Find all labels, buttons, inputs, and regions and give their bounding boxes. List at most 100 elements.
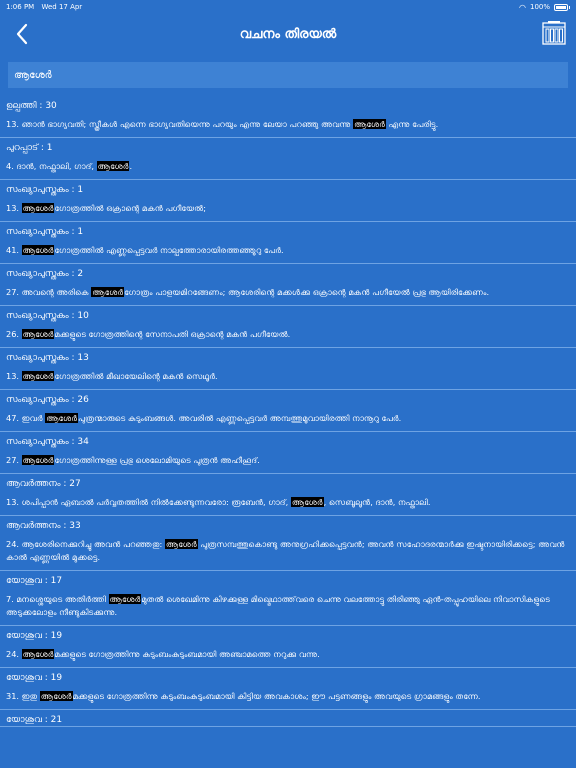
search-query: ആശേർ (14, 69, 52, 81)
result-item[interactable]: ഉല്പത്തി : 30 13. ഞാൻ ഭാഗ്യവതി; സ്ത്രീകൾ … (0, 96, 576, 138)
result-item[interactable]: യോശുവ : 21 (0, 710, 576, 727)
search-match-highlight: ആശേർ (91, 287, 125, 297)
result-verse-text: 27. ആശേർഗോത്രത്തിന്നുള്ള പ്രഭു ശെലോമിയുട… (6, 448, 570, 473)
result-reference: യോശുവ : 21 (6, 715, 63, 725)
verse-text-after: ഗോത്രത്തിൽ ഒക്രാന്റെ മകൻ പഗീയേൽ; (54, 203, 207, 213)
result-verse-text: 24. ആശേരിനെക്കുറിച്ചു അവൻ പറഞ്ഞതു: ആശേർ … (6, 532, 570, 570)
verse-text-after: , സെബൂലൂൻ, ദാൻ, നഫ്താലി. (323, 497, 431, 507)
verse-text-after: ഗോത്രത്തിൽ മീഖായേലിന്റെ മകൻ സെഥൂർ. (54, 371, 218, 381)
search-match-highlight: ആശേർ (21, 203, 55, 213)
result-item[interactable]: ആവർത്തനം : 33 24. ആശേരിനെക്കുറിച്ചു അവൻ പ… (0, 516, 576, 571)
page-title: വചനം തിരയൽ (239, 26, 337, 42)
result-reference: സംഖ്യാപുസ്തകം : 13 (6, 353, 89, 363)
verse-text-before: 41. (6, 245, 22, 255)
result-verse-text: 13. ശപിപ്പാൻ ഏബാൽ പർവ്വതത്തിൽ നിൽക്കേണ്ട… (6, 490, 570, 515)
result-item[interactable]: സംഖ്യാപുസ്തകം : 2 27. അവന്റെ അരികെ ആശേർഗോ… (0, 264, 576, 306)
verse-text-before: 27. അവന്റെ അരികെ (6, 287, 92, 297)
result-reference: ഉല്പത്തി : 30 (6, 101, 57, 111)
search-match-highlight: ആശേർ (108, 594, 142, 604)
verse-text-before: 31. ഇതു (6, 691, 40, 701)
result-verse-text: 7. മനശ്ശെയുടെ അതിർത്തി ആശേർമുതൽ ശെഖേമിന്… (6, 587, 570, 625)
verse-text-before: 26. (6, 329, 22, 339)
search-match-highlight: ആശേർ (353, 119, 386, 129)
chevron-left-icon (16, 23, 28, 45)
verse-text-before: 13. ഞാൻ ഭാഗ്യവതി; സ്ത്രീകൾ എന്നെ ഭാഗ്യവത… (6, 119, 354, 129)
verse-text-after: എന്നു പേരിട്ടു. (385, 119, 439, 129)
result-reference: സംഖ്യാപുസ്തകം : 26 (6, 395, 89, 405)
result-item[interactable]: യോശുവ : 19 24. ആശേർമക്കളുടെ ഗോത്രത്തിന്നു… (0, 626, 576, 668)
result-item[interactable]: യോശുവ : 19 31. ഇതു ആശേർമക്കളുടെ ഗോത്രത്തി… (0, 668, 576, 710)
result-reference: സംഖ്യാപുസ്തകം : 1 (6, 227, 84, 237)
search-match-highlight: ആശേർ (21, 245, 55, 255)
result-verse-text: 4. ദാൻ, നഫ്താലി, ഗാദ്, ആശേർ. (6, 154, 570, 179)
result-item[interactable]: സംഖ്യാപുസ്തകം : 13 13. ആശേർഗോത്രത്തിൽ മീഖ… (0, 348, 576, 390)
search-match-highlight: ആശേർ (96, 161, 130, 171)
verse-text-before: 7. മനശ്ശെയുടെ അതിർത്തി (6, 594, 109, 604)
status-date: Wed 17 Apr (41, 3, 83, 11)
search-match-highlight: ആശേർ (21, 649, 55, 659)
verse-text-after: . (129, 161, 133, 171)
result-verse-text: 26. ആശേർമക്കളുടെ ഗോത്രത്തിന്റെ സേനാപതി ഒ… (6, 322, 570, 347)
verse-text-before: 13. (6, 371, 22, 381)
verse-text-after: ഗോത്രത്തിൽ എണ്ണപ്പെട്ടവർ നാല്പത്തോരായിരത… (54, 245, 284, 255)
result-reference: സംഖ്യാപുസ്തകം : 2 (6, 269, 84, 279)
result-reference: ആവർത്തനം : 27 (6, 479, 81, 489)
search-match-highlight: ആശേർ (21, 455, 55, 465)
result-item[interactable]: സംഖ്യാപുസ്തകം : 1 41. ആശേർഗോത്രത്തിൽ എണ്ണ… (0, 222, 576, 264)
battery-cap (569, 5, 570, 9)
result-item[interactable]: പുറപ്പാട് : 1 4. ദാൻ, നഫ്താലി, ഗാദ്, ആശേർ… (0, 138, 576, 180)
search-match-highlight: ആശേർ (164, 539, 198, 549)
status-time: 1:06 PM (6, 3, 35, 11)
status-left: 1:06 PM Wed 17 Apr (6, 3, 87, 11)
verse-text-after: മക്കളുടെ ഗോത്രത്തിന്നു കുടുംബംകുടുംബമായി… (72, 691, 481, 701)
result-item[interactable]: യോശുവ : 17 7. മനശ്ശെയുടെ അതിർത്തി ആശേർമുത… (0, 571, 576, 626)
result-item[interactable]: സംഖ്യാപുസ്തകം : 10 26. ആശേർമക്കളുടെ ഗോത്ര… (0, 306, 576, 348)
battery-icon (554, 3, 568, 11)
wifi-icon: ◠ (519, 2, 526, 12)
verse-text-before: 24. (6, 649, 22, 659)
result-reference: സംഖ്യാപുസ്തകം : 10 (6, 311, 89, 321)
result-verse-text: 13. ആശേർഗോത്രത്തിൽ മീഖായേലിന്റെ മകൻ സെഥൂ… (6, 364, 570, 389)
verse-text-before: 47. ഇവർ (6, 413, 46, 423)
search-match-highlight: ആശേർ (45, 413, 79, 423)
result-item[interactable]: സംഖ്യാപുസ്തകം : 1 13. ആശേർഗോത്രത്തിൽ ഒക്ര… (0, 180, 576, 222)
verse-text-after: ഗോത്രത്തിന്നുള്ള പ്രഭു ശെലോമിയുടെ പുത്രൻ… (54, 455, 260, 465)
result-reference: പുറപ്പാട് : 1 (6, 143, 53, 153)
status-right: ◠ 100% (519, 3, 570, 12)
result-verse-text: 27. അവന്റെ അരികെ ആശേർഗോത്രം പാളയമിറങ്ങേണ… (6, 280, 570, 305)
verse-text-before: 24. ആശേരിനെക്കുറിച്ചു അവൻ പറഞ്ഞതു: (6, 539, 165, 549)
search-match-highlight: ആശേർ (21, 329, 55, 339)
library-button[interactable] (542, 20, 566, 46)
verse-text-after: മക്കളുടെ ഗോത്രത്തിന്നു കുടുംബംകുടുംബമായി… (54, 649, 320, 659)
result-item[interactable]: സംഖ്യാപുസ്തകം : 26 47. ഇവർ ആശേർപുത്രന്മാര… (0, 390, 576, 432)
search-match-highlight: ആശേർ (39, 691, 73, 701)
result-verse-text: 41. ആശേർഗോത്രത്തിൽ എണ്ണപ്പെട്ടവർ നാല്പത്… (6, 238, 570, 263)
result-reference: യോശുവ : 19 (6, 631, 63, 641)
result-verse-text: 13. ഞാൻ ഭാഗ്യവതി; സ്ത്രീകൾ എന്നെ ഭാഗ്യവത… (6, 112, 570, 137)
verse-text-before: 13. (6, 203, 22, 213)
result-verse-text: 24. ആശേർമക്കളുടെ ഗോത്രത്തിന്നു കുടുംബംകു… (6, 642, 570, 667)
back-button[interactable] (12, 22, 34, 46)
search-match-highlight: ആശേർ (290, 497, 324, 507)
result-reference: സംഖ്യാപുസ്തകം : 1 (6, 185, 84, 195)
result-reference: സംഖ്യാപുസ്തകം : 34 (6, 437, 89, 447)
result-verse-text: 31. ഇതു ആശേർമക്കളുടെ ഗോത്രത്തിന്നു കുടും… (6, 684, 570, 709)
navigation-bar: വചനം തിരയൽ (0, 14, 576, 54)
result-verse-text: 13. ആശേർഗോത്രത്തിൽ ഒക്രാന്റെ മകൻ പഗീയേൽ; (6, 196, 570, 221)
verse-text-after: ഗോത്രം പാളയമിറങ്ങേണം; ആശേരിന്റെ മക്കൾക്ക… (124, 287, 490, 297)
status-bar: 1:06 PM Wed 17 Apr ◠ 100% (0, 0, 576, 14)
verse-text-after: മക്കളുടെ ഗോത്രത്തിന്റെ സേനാപതി ഒക്രാന്റെ… (54, 329, 291, 339)
result-item[interactable]: ആവർത്തനം : 27 13. ശപിപ്പാൻ ഏബാൽ പർവ്വതത്ത… (0, 474, 576, 516)
result-reference: യോശുവ : 19 (6, 673, 63, 683)
verse-text-after: പുത്രന്മാരുടെ കുടുംബങ്ങൾ. അവരിൽ എണ്ണപ്പെ… (78, 413, 402, 423)
search-input[interactable]: ആശേർ (8, 62, 568, 88)
result-item[interactable]: സംഖ്യാപുസ്തകം : 34 27. ആശേർഗോത്രത്തിന്നുള… (0, 432, 576, 474)
result-reference: ആവർത്തനം : 33 (6, 521, 81, 531)
battery-percent: 100% (529, 3, 550, 11)
books-icon (542, 21, 566, 45)
verse-text-before: 27. (6, 455, 22, 465)
result-reference: യോശുവ : 17 (6, 576, 63, 586)
result-verse-text: 47. ഇവർ ആശേർപുത്രന്മാരുടെ കുടുംബങ്ങൾ. അവ… (6, 406, 570, 431)
search-match-highlight: ആശേർ (21, 371, 55, 381)
verse-text-before: 4. ദാൻ, നഫ്താലി, ഗാദ്, (6, 161, 97, 171)
